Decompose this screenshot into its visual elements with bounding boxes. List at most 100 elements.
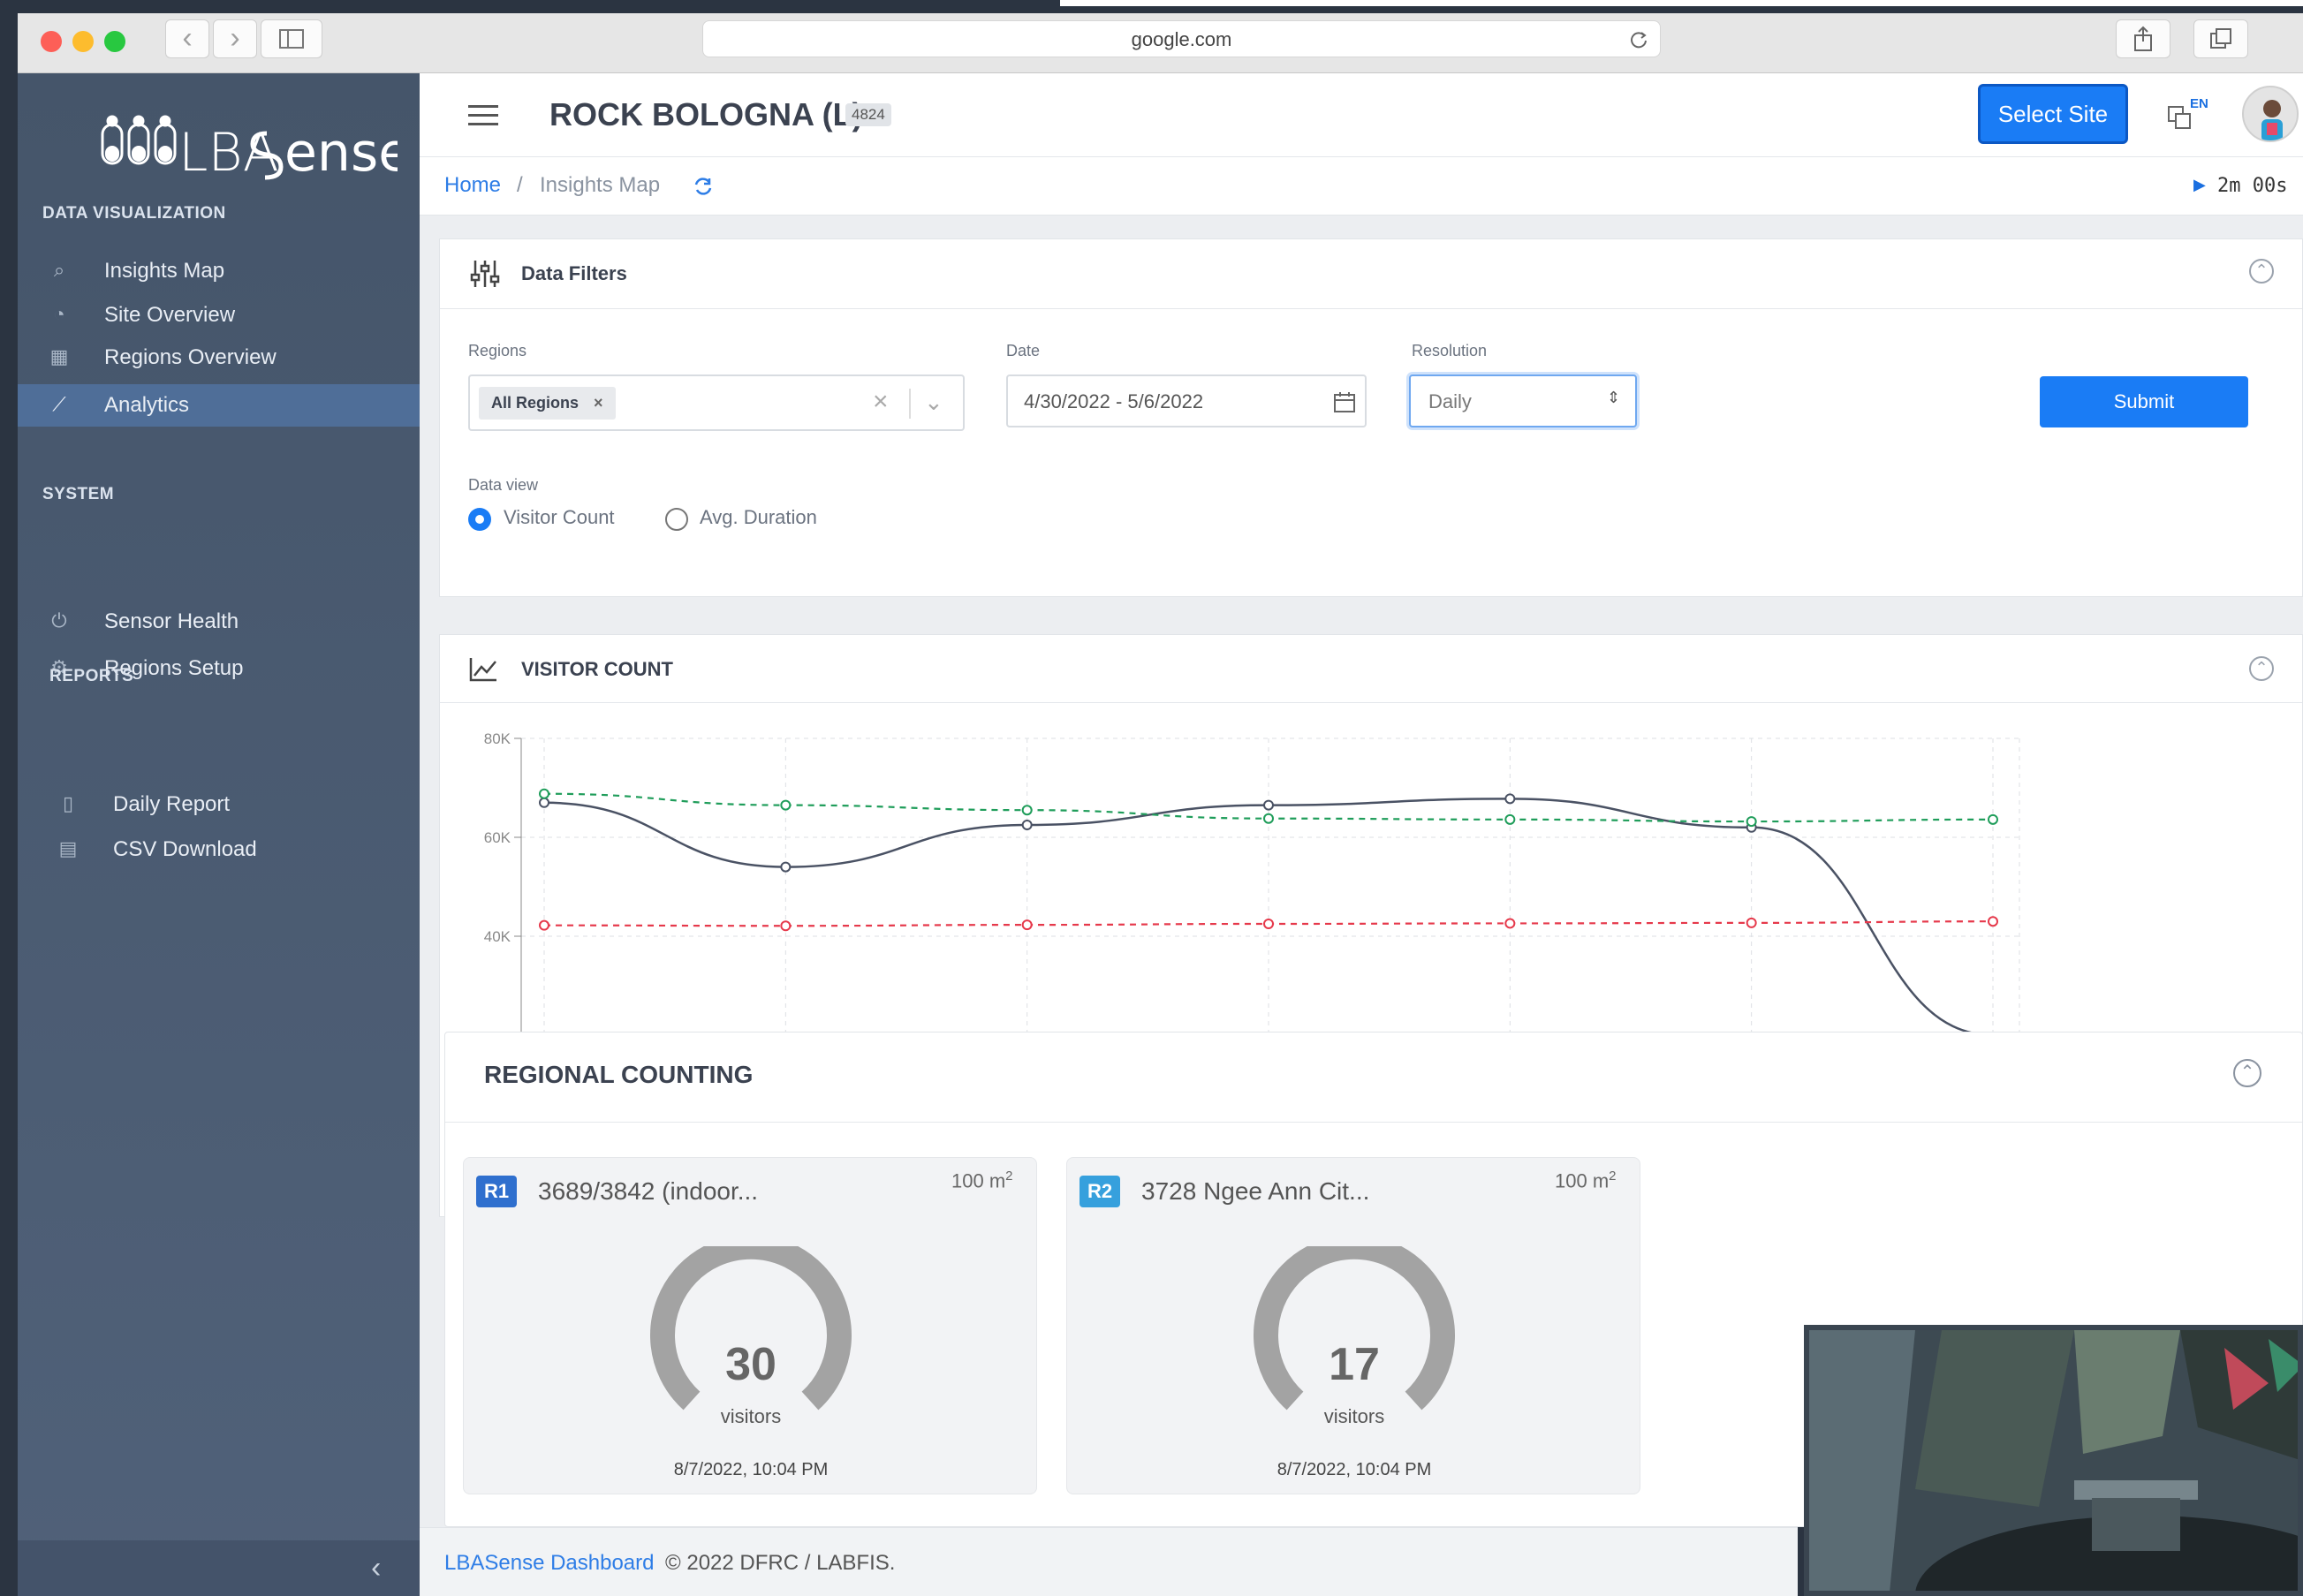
sidebar-item-label: Site Overview bbox=[104, 303, 236, 327]
collapse-chart-button[interactable]: ⌃ bbox=[2249, 656, 2274, 681]
sidebar-item-analytics[interactable]: ⟋ Analytics bbox=[18, 384, 420, 427]
chart-data-point bbox=[539, 788, 549, 799]
csv-icon: ▤ bbox=[58, 837, 78, 859]
resolution-value: Daily bbox=[1428, 390, 1472, 412]
region-badge: R1 bbox=[476, 1176, 517, 1207]
minimize-window-button[interactable] bbox=[72, 31, 94, 52]
chevron-up-icon: ⌃ bbox=[2239, 1063, 2255, 1082]
chart-line-icon: ⟋ bbox=[52, 393, 66, 415]
sidebar-toggle-button[interactable] bbox=[261, 19, 322, 58]
window-top-strip bbox=[1060, 0, 2303, 6]
file-icon: ▯ bbox=[62, 792, 74, 814]
sidebar-item-regions-overview[interactable]: ▦ Regions Overview bbox=[18, 337, 420, 379]
region-area: 100 m2 bbox=[951, 1169, 1013, 1192]
chart-data-point bbox=[1021, 820, 1033, 830]
gauge-icon: ◔ bbox=[53, 303, 65, 325]
sidebar-item-label: Sensor Health bbox=[104, 609, 239, 633]
visitor-count-option-label[interactable]: Visitor Count bbox=[504, 506, 615, 529]
refresh-timer: 2m 00s bbox=[2217, 175, 2288, 197]
lbasense-logo-icon: LBA ense bbox=[101, 115, 411, 184]
chart-y-tick-label: 80K bbox=[484, 730, 511, 747]
back-button[interactable]: ‹ bbox=[165, 19, 209, 58]
region-card-r1[interactable]: R1 3689/3842 (indoor... 100 m2 30 visito… bbox=[463, 1157, 1037, 1494]
sidebar-item-insights-map[interactable]: ⌕ Insights Map bbox=[18, 250, 420, 292]
tag-remove-icon[interactable]: × bbox=[594, 394, 603, 412]
section-title-reports: REPORTS bbox=[49, 667, 134, 685]
visitor-count-title: VISITOR COUNT bbox=[521, 658, 673, 680]
chart-data-point bbox=[1263, 813, 1274, 824]
chart-data-point bbox=[539, 919, 549, 931]
regional-counting-header: REGIONAL COUNTING ⌃ bbox=[445, 1032, 2302, 1123]
sidebar-collapse-bar[interactable]: ‹ bbox=[18, 1540, 420, 1596]
maximize-window-button[interactable] bbox=[104, 31, 125, 52]
camera-feed-image bbox=[1809, 1330, 2298, 1591]
camera-video-thumbnail[interactable] bbox=[1804, 1325, 2303, 1596]
region-visitor-count: 30 bbox=[725, 1339, 777, 1390]
collapse-regional-button[interactable]: ⌃ bbox=[2233, 1059, 2261, 1087]
sidebar-item-label: Insights Map bbox=[104, 259, 225, 283]
language-switch[interactable]: EN bbox=[2167, 96, 2211, 133]
visitor-count-header: VISITOR COUNT ⌃ bbox=[440, 635, 2302, 703]
chart-line-icon bbox=[469, 658, 496, 682]
power-icon: ⏻ bbox=[51, 609, 67, 632]
section-title-data-visualization: DATA VISUALIZATION bbox=[42, 204, 226, 223]
chart-data-point bbox=[1504, 793, 1516, 805]
sidebar-icon bbox=[279, 29, 304, 49]
date-range-input[interactable]: 4/30/2022 - 5/6/2022 bbox=[1006, 374, 1367, 427]
chevron-left-icon[interactable]: ‹ bbox=[371, 1551, 381, 1585]
tabs-icon bbox=[2210, 28, 2231, 49]
user-avatar[interactable] bbox=[2242, 86, 2299, 142]
clear-icon[interactable]: × bbox=[873, 387, 889, 417]
resolution-select[interactable]: Daily ⇕ bbox=[1409, 374, 1637, 427]
sidebar-item-csv-download[interactable]: ▤ CSV Download bbox=[18, 828, 420, 871]
date-label: Date bbox=[1006, 342, 1041, 359]
submit-button[interactable]: Submit bbox=[2040, 376, 2248, 427]
brand-logo: LBA ense bbox=[80, 84, 411, 216]
regions-select[interactable]: All Regions × × ⌄ bbox=[468, 374, 965, 431]
close-window-button[interactable] bbox=[41, 31, 62, 52]
forward-button[interactable]: › bbox=[213, 19, 257, 58]
footer-dashboard-link[interactable]: LBASense Dashboard bbox=[444, 1551, 655, 1576]
chart-data-point bbox=[1021, 919, 1033, 931]
chart-data-point bbox=[1021, 805, 1033, 816]
sidebar-item-site-overview[interactable]: ◔ Site Overview bbox=[18, 294, 420, 337]
chart-y-tick-label: 40K bbox=[484, 928, 511, 945]
reload-icon[interactable] bbox=[1629, 30, 1648, 49]
select-divider bbox=[909, 389, 911, 419]
region-card-r2[interactable]: R2 3728 Ngee Ann Cit... 100 m2 17 visito… bbox=[1066, 1157, 1640, 1494]
avg-duration-option-label[interactable]: Avg. Duration bbox=[700, 506, 817, 529]
hamburger-menu-icon[interactable] bbox=[468, 103, 498, 126]
address-bar[interactable]: google.com bbox=[702, 20, 1661, 57]
site-title: ROCK BOLOGNA (L) bbox=[549, 96, 863, 132]
collapse-filters-button[interactable]: ⌃ bbox=[2249, 259, 2274, 284]
avg-duration-radio[interactable] bbox=[665, 508, 688, 531]
refresh-icon[interactable] bbox=[692, 176, 715, 197]
grid-icon: ▦ bbox=[49, 345, 69, 367]
share-button[interactable] bbox=[2116, 19, 2170, 58]
sidebar-item-label: CSV Download bbox=[113, 837, 257, 861]
visitor-count-radio[interactable] bbox=[468, 508, 491, 531]
data-filters-card: Data Filters ⌃ Regions All Regions × × ⌄… bbox=[439, 238, 2303, 597]
share-icon bbox=[2134, 26, 2152, 51]
footer: LBASense Dashboard © 2022 DFRC / LABFIS. bbox=[420, 1527, 1798, 1596]
breadcrumb-home-link[interactable]: Home bbox=[444, 173, 501, 198]
select-site-button[interactable]: Select Site bbox=[1978, 84, 2128, 144]
chart-data-point bbox=[780, 920, 792, 932]
calendar-icon[interactable] bbox=[1333, 390, 1356, 413]
sidebar-item-sensor-health[interactable]: ⏻ Sensor Health bbox=[18, 601, 420, 643]
language-code: EN bbox=[2190, 96, 2208, 111]
chart-data-point bbox=[780, 861, 792, 873]
svg-text:ense: ense bbox=[284, 122, 398, 184]
region-area: 100 m2 bbox=[1555, 1169, 1617, 1192]
chart-data-point bbox=[1263, 919, 1274, 929]
sidebar-item-label: Regions Overview bbox=[104, 345, 277, 369]
sidebar-item-label: Analytics bbox=[104, 393, 190, 417]
section-title-system: SYSTEM bbox=[42, 485, 115, 503]
sidebar-item-daily-report[interactable]: ▯ Daily Report bbox=[18, 783, 420, 826]
play-icon[interactable]: ▶ bbox=[2193, 176, 2206, 194]
tabs-button[interactable] bbox=[2193, 19, 2248, 58]
breadcrumb-separator: / bbox=[517, 173, 523, 197]
sidebar: LBA ense DATA VISUALIZATION ⌕ Insights M… bbox=[18, 73, 420, 1596]
chevron-down-icon[interactable]: ⌄ bbox=[924, 389, 943, 416]
region-badge: R2 bbox=[1080, 1176, 1120, 1207]
